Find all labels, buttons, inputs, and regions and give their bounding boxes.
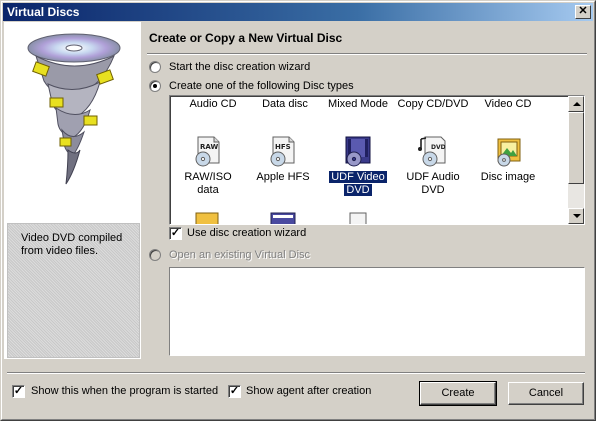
disc-type-raw-line2: data — [197, 184, 219, 196]
category-data-disc[interactable]: Data disc — [245, 98, 325, 110]
tornado-disc-logo — [27, 33, 121, 185]
disc-type-raw-line1: RAW/ISO — [184, 171, 232, 183]
use-wizard-label[interactable]: Use disc creation wizard — [187, 227, 306, 239]
hfs-badge: HFS — [275, 143, 291, 151]
arrow-up-icon — [573, 102, 581, 106]
disc-type-name: Apple HFS — [243, 171, 323, 184]
scroll-thumb[interactable] — [568, 112, 584, 184]
raw-badge: RAW — [200, 143, 218, 151]
radio-create-disc-type[interactable] — [149, 80, 161, 92]
folder-disc-icon — [195, 212, 219, 224]
radio-open-existing[interactable] — [149, 249, 161, 261]
radio-start-wizard-label[interactable]: Start the disc creation wizard — [169, 61, 310, 73]
radio-create-disc-type-label[interactable]: Create one of the following Disc types — [169, 80, 354, 92]
footer-divider — [7, 372, 585, 374]
show-on-start-label[interactable]: Show this when the program is started — [31, 385, 218, 397]
show-agent-checkbox[interactable]: ✓ — [228, 385, 241, 398]
listview-scrollbar[interactable] — [568, 96, 584, 224]
title-bar[interactable]: Virtual Discs ✕ — [3, 3, 593, 21]
category-audio-cd[interactable]: Audio CD — [173, 98, 253, 110]
disc-type-udf-audio-line2: DVD — [421, 184, 445, 196]
disc-type-name: UDF Audio DVD — [393, 171, 473, 197]
close-button[interactable]: ✕ — [575, 5, 591, 19]
disc-image-icon — [497, 138, 521, 167]
category-mixed-mode[interactable]: Mixed Mode — [318, 98, 398, 110]
category-video-cd[interactable]: Video CD — [468, 98, 548, 110]
radio-start-wizard[interactable] — [149, 61, 161, 73]
category-copy-cd-dvd[interactable]: Copy CD/DVD — [393, 98, 473, 110]
page-title: Create or Copy a New Virtual Disc — [149, 31, 343, 45]
show-on-start-checkbox[interactable]: ✓ — [12, 385, 25, 398]
description-panel: Video DVD compiled from video files. — [7, 223, 140, 358]
disc-type-udf-audio-line1: UDF Audio — [406, 171, 460, 183]
disc-type-name: RAW/ISO data — [171, 171, 248, 197]
udf-audio-dvd-icon: DVD — [418, 136, 446, 167]
raw-disc-icon: RAW — [195, 136, 220, 167]
keyboard-disc-icon — [270, 212, 296, 224]
document-disc-icon — [349, 212, 367, 224]
description-text: Video DVD compiled from video files. — [21, 232, 123, 257]
hfs-disc-icon: HFS — [270, 136, 295, 167]
disc-type-udf-video-line1: UDF Video — [329, 171, 387, 183]
disc-type-list-area: Audio CD Data disc Mixed Mode Copy CD/DV… — [170, 96, 568, 224]
scroll-up-button[interactable] — [568, 96, 584, 112]
dvd-badge: DVD — [431, 144, 446, 151]
heading-divider — [147, 53, 587, 55]
scroll-down-button[interactable] — [568, 208, 584, 224]
disc-type-name: Disc image — [468, 171, 548, 184]
virtual-discs-window: Virtual Discs ✕ Video DVD compiled from … — [0, 0, 596, 421]
disc-type-hfs-line1: Apple HFS — [256, 171, 310, 183]
show-agent-label[interactable]: Show agent after creation — [246, 385, 371, 397]
create-button[interactable]: Create — [419, 381, 497, 406]
disc-type-udf-video-line2: DVD — [344, 184, 372, 196]
disc-type-image-line1: Disc image — [480, 171, 536, 183]
cancel-button[interactable]: Cancel — [508, 382, 584, 405]
window-title: Virtual Discs — [7, 5, 80, 19]
existing-disc-list[interactable] — [169, 267, 585, 356]
arrow-down-icon — [573, 214, 581, 218]
radio-open-existing-label[interactable]: Open an existing Virtual Disc — [169, 249, 310, 261]
disc-type-listview[interactable]: Audio CD Data disc Mixed Mode Copy CD/DV… — [169, 95, 585, 225]
disc-type-name: UDF Video DVD — [318, 171, 398, 197]
udf-video-dvd-icon — [345, 136, 371, 167]
use-wizard-checkbox[interactable]: ✓ — [169, 227, 182, 240]
